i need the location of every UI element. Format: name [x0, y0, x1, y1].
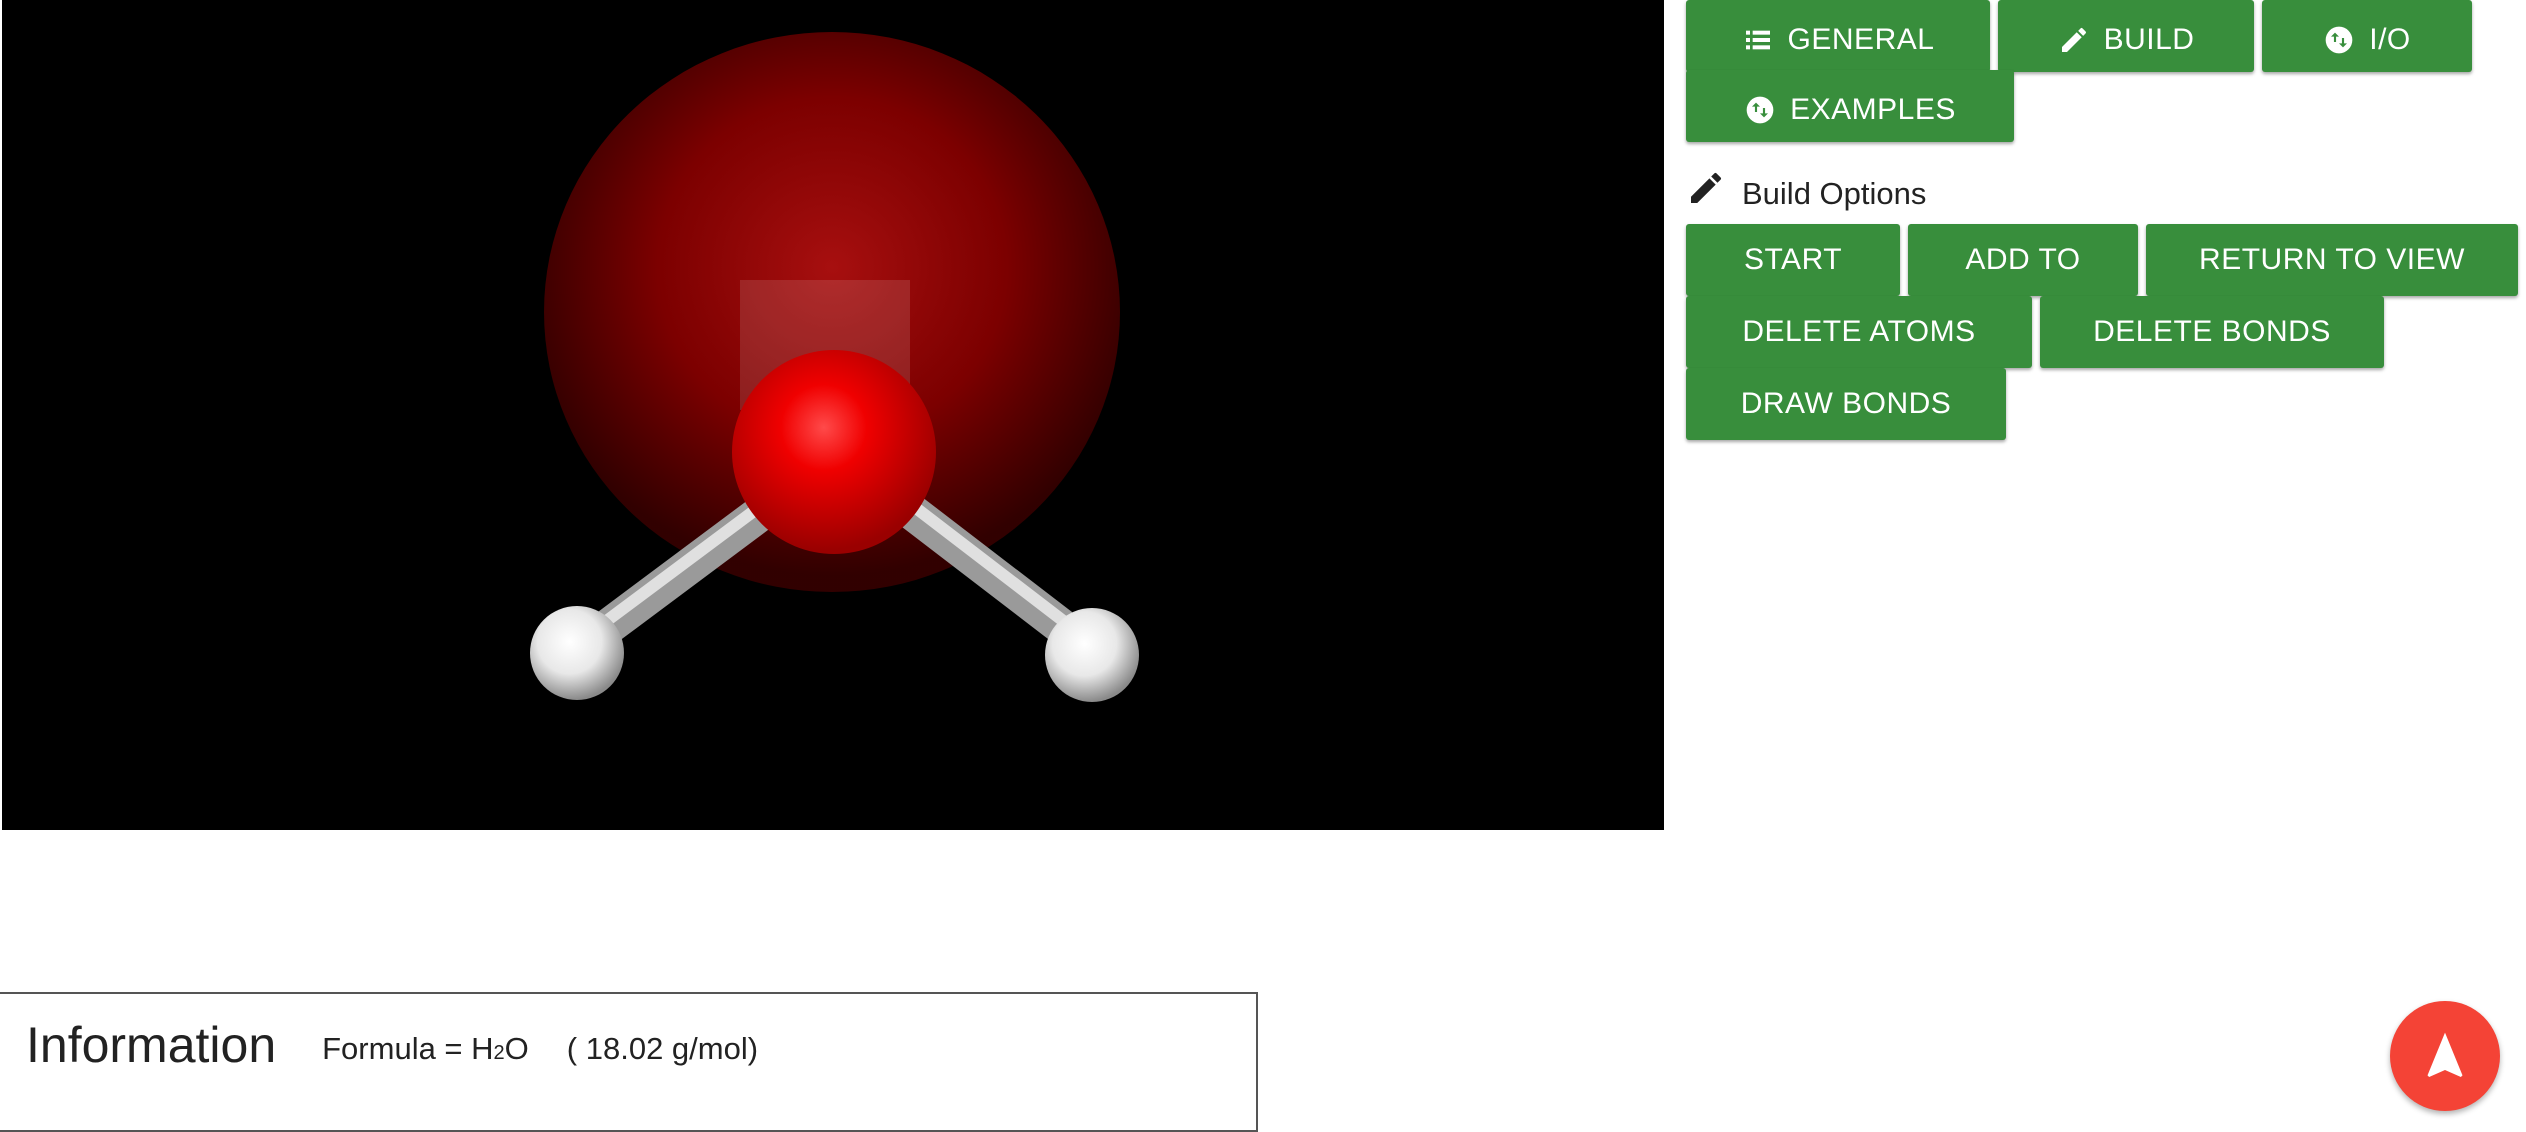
draw-bonds-button[interactable]: DRAW BONDS — [1686, 368, 2006, 440]
general-tab-label: GENERAL — [1787, 23, 1935, 56]
pencil-icon — [1686, 168, 1726, 208]
hydrogen-atom-right — [1045, 608, 1139, 702]
molar-mass: ( 18.02 g/mol) — [566, 1031, 759, 1066]
navigation-fab-button[interactable] — [2390, 1001, 2500, 1111]
io-tab-button[interactable]: I/O — [2262, 0, 2472, 72]
formula-suffix: O — [504, 1031, 529, 1066]
hydrogen-atom-left — [530, 606, 624, 700]
navigation-arrow-icon — [2417, 1028, 2473, 1084]
formula-subscript: 2 — [493, 1042, 505, 1064]
build-options-title: Build Options — [1742, 176, 1927, 211]
swap-circle-icon — [1744, 94, 1776, 126]
build-tab-label: BUILD — [2103, 23, 2195, 56]
examples-tab-button[interactable]: EXAMPLES — [1686, 70, 2014, 142]
formula-prefix: Formula = H — [322, 1031, 494, 1066]
pencil-icon — [2058, 24, 2090, 56]
water-molecule-render — [530, 32, 1139, 702]
examples-tab-label: EXAMPLES — [1790, 93, 1956, 126]
delete-atoms-button[interactable]: DELETE ATOMS — [1686, 296, 2032, 368]
delete-bonds-button[interactable]: DELETE BONDS — [2040, 296, 2384, 368]
build-tab-button[interactable]: BUILD — [1998, 0, 2254, 72]
io-tab-label: I/O — [2369, 23, 2411, 56]
add-to-button[interactable]: ADD TO — [1908, 224, 2138, 296]
molecule-viewer[interactable] — [2, 0, 1664, 830]
swap-circle-icon — [2323, 24, 2355, 56]
oxygen-atom — [732, 350, 936, 554]
formula-readout: Formula = H2O ( 18.02 g/mol) — [322, 1031, 758, 1067]
return-to-view-button[interactable]: RETURN TO VIEW — [2146, 224, 2518, 296]
information-title: Information — [26, 1017, 277, 1073]
general-tab-button[interactable]: GENERAL — [1686, 0, 1990, 72]
start-button[interactable]: START — [1686, 224, 1900, 296]
build-options-header: Build Options — [1686, 160, 1926, 212]
list-icon — [1742, 24, 1774, 56]
information-panel: Information Formula = H2O ( 18.02 g/mol) — [0, 992, 1258, 1132]
